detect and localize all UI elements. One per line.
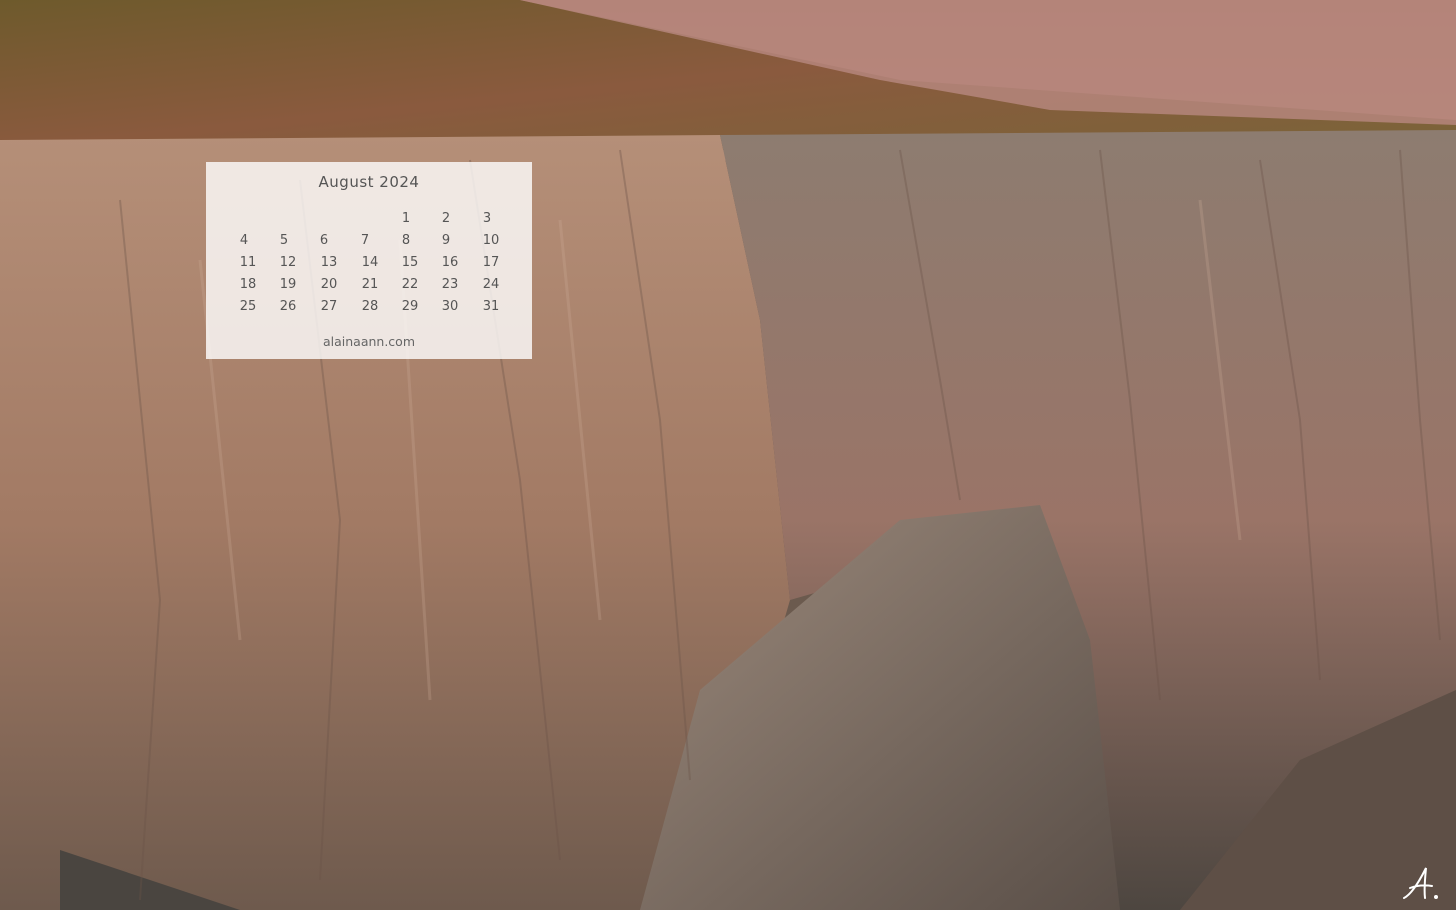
calendar-day: 5 — [279, 233, 289, 248]
calendar-day: 6 — [319, 233, 329, 248]
calendar-day: 19 — [279, 277, 297, 292]
calendar-day: 27 — [320, 299, 338, 314]
calendar-title: August 2024 — [318, 173, 420, 191]
calendar-day: 2 — [441, 211, 451, 226]
calendar-day: 8 — [401, 233, 411, 248]
calendar-day: 11 — [239, 255, 257, 270]
calendar-week: 25 26 27 28 29 30 31 — [206, 297, 532, 319]
calendar-day: 1 — [401, 211, 411, 226]
calendar-day: 17 — [482, 255, 500, 270]
calendar-day: 3 — [482, 211, 492, 226]
calendar-day: 16 — [441, 255, 459, 270]
calendar-day: 20 — [320, 277, 338, 292]
calendar-week: 4 5 6 7 8 9 10 — [206, 231, 532, 253]
calendar-day: 30 — [441, 299, 459, 314]
calendar-day: 29 — [401, 299, 419, 314]
calendar-day: 14 — [361, 255, 379, 270]
calendar-day: 25 — [239, 299, 257, 314]
calendar-day: 9 — [441, 233, 451, 248]
calendar-week: 1 2 3 — [206, 209, 532, 231]
calendar-week: 18 19 20 21 22 23 24 — [206, 275, 532, 297]
calendar-day: 4 — [239, 233, 249, 248]
website-label: alainaann.com — [322, 334, 416, 349]
signature-logo — [1403, 867, 1438, 899]
calendar-day: 22 — [401, 277, 419, 292]
calendar-day: 28 — [361, 299, 379, 314]
calendar-day: 24 — [482, 277, 500, 292]
calendar-day: 7 — [360, 233, 370, 248]
calendar-grid: 1 2 3 4 5 6 7 8 9 10 11 12 13 14 15 16 1… — [206, 209, 532, 319]
canyon-background — [0, 0, 1456, 910]
calendar-week: 11 12 13 14 15 16 17 — [206, 253, 532, 275]
calendar-day: 10 — [482, 233, 500, 248]
calendar-day: 13 — [320, 255, 338, 270]
calendar-day: 18 — [239, 277, 257, 292]
calendar-day: 15 — [401, 255, 419, 270]
calendar-overlay: August 2024 1 2 3 4 5 6 7 8 9 10 11 12 1… — [206, 162, 532, 359]
calendar-day: 21 — [361, 277, 379, 292]
calendar-day: 23 — [441, 277, 459, 292]
calendar-day: 26 — [279, 299, 297, 314]
calendar-day: 31 — [482, 299, 500, 314]
calendar-day: 12 — [279, 255, 297, 270]
